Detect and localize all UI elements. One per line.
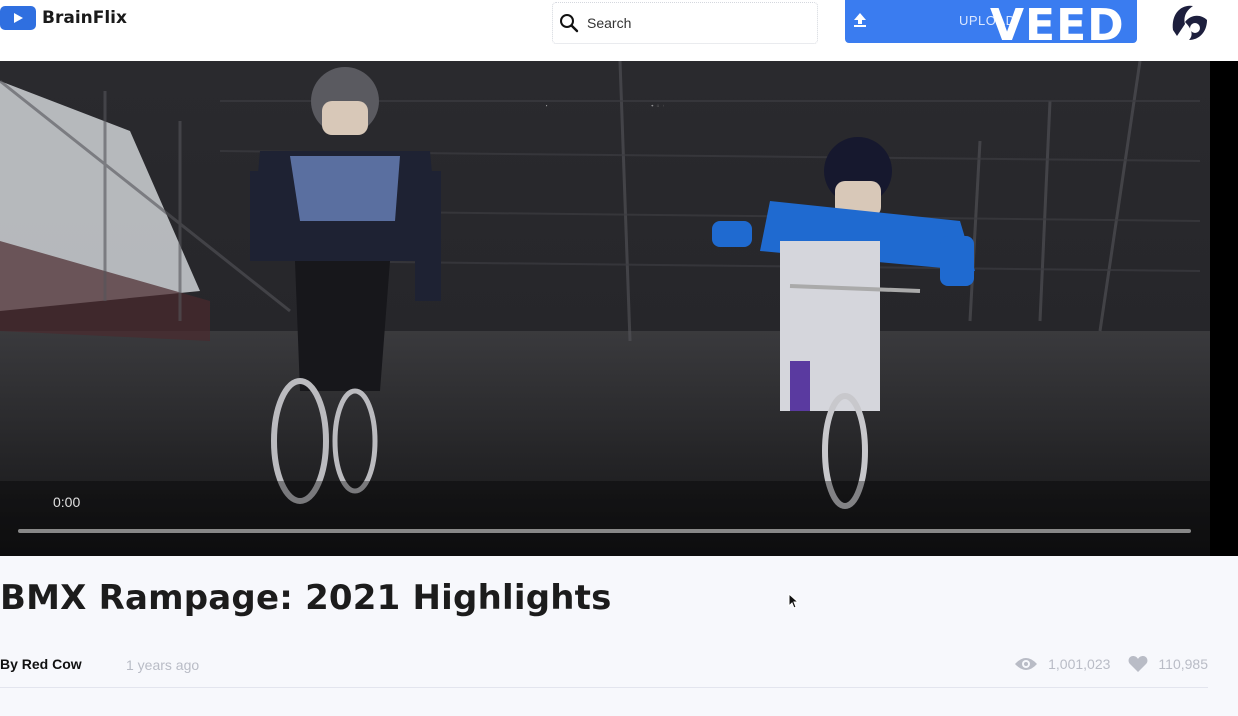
fullscreen-icon[interactable] <box>657 104 659 107</box>
search-icon <box>560 14 579 33</box>
user-avatar[interactable] <box>1163 0 1211 44</box>
posted-time: 1 years ago <box>126 657 200 673</box>
heart-icon[interactable] <box>1128 655 1148 673</box>
views-count: 1,001,023 <box>1048 656 1111 672</box>
player-controls <box>546 104 664 107</box>
video-stats: 1,001,023 110,985 <box>996 655 1208 673</box>
likes-count: 110,985 <box>1158 656 1208 672</box>
brand-name: BrainFlix <box>42 8 127 28</box>
section-divider <box>0 687 1208 688</box>
video-frame: 63 <box>0 61 1210 556</box>
brand-logo[interactable]: BrainFlix <box>0 6 127 30</box>
top-navigation: BrainFlix Search UPLOAD VEED <box>0 0 1238 61</box>
mouse-cursor-icon <box>788 593 800 609</box>
progress-bar[interactable] <box>18 529 1191 533</box>
video-edge <box>1210 61 1238 556</box>
volume-icon[interactable] <box>651 104 654 107</box>
upload-icon <box>854 13 866 27</box>
current-time: 0:00 <box>53 494 81 510</box>
video-author[interactable]: By Red Cow <box>0 656 82 672</box>
video-player[interactable]: 63 <box>0 61 1210 556</box>
play-logo-icon <box>0 6 36 30</box>
eye-icon <box>1015 658 1038 670</box>
views-stat: 1,001,023 <box>1014 656 1110 672</box>
play-icon[interactable] <box>546 104 548 107</box>
veed-watermark: VEED <box>990 0 1125 51</box>
likes-stat[interactable]: 110,985 <box>1128 655 1208 673</box>
video-title: BMX Rampage: 2021 Highlights <box>0 578 612 618</box>
search-box[interactable]: Search <box>552 2 818 44</box>
search-input[interactable]: Search <box>587 15 631 31</box>
